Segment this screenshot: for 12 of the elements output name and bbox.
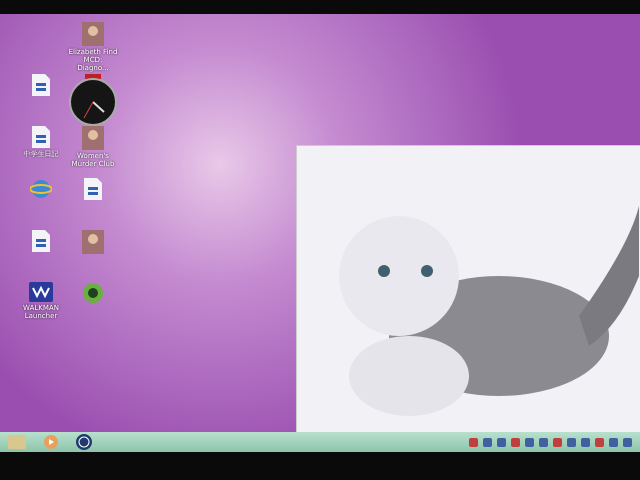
portrait-icon (82, 126, 104, 150)
logo-icon[interactable] (76, 434, 92, 450)
portrait-icon (82, 22, 104, 46)
player-icon (29, 282, 53, 302)
portrait-icon (82, 230, 104, 254)
play-icon[interactable] (44, 435, 58, 449)
document-icon (32, 74, 50, 96)
document-icon (32, 230, 50, 252)
document-icon (32, 126, 50, 148)
clock-drawing (68, 74, 118, 126)
eye-icon (82, 282, 104, 304)
document-icon (84, 178, 102, 200)
